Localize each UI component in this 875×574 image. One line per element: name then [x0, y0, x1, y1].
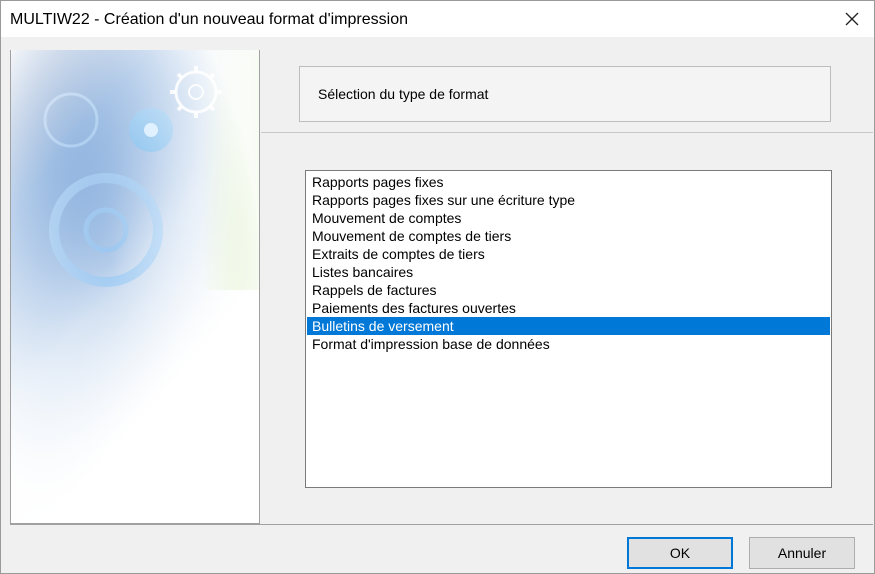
- list-item[interactable]: Format d'impression base de données: [307, 335, 830, 353]
- header-box: Sélection du type de format: [299, 66, 831, 122]
- header-band: Sélection du type de format: [261, 50, 873, 133]
- list-item[interactable]: Extraits de comptes de tiers: [307, 245, 830, 263]
- list-item[interactable]: Rappels de factures: [307, 281, 830, 299]
- list-item[interactable]: Mouvement de comptes de tiers: [307, 227, 830, 245]
- step-title: Sélection du type de format: [318, 86, 489, 102]
- footer-divider: [10, 524, 873, 525]
- list-item[interactable]: Rapports pages fixes: [307, 173, 830, 191]
- title-bar: MULTIW22 - Création d'un nouveau format …: [1, 1, 874, 37]
- gears-illustration: [11, 50, 259, 523]
- wizard-banner-image: [10, 50, 260, 524]
- list-item[interactable]: Listes bancaires: [307, 263, 830, 281]
- ok-button[interactable]: OK: [627, 537, 733, 569]
- wizard-content: Sélection du type de format Rapports pag…: [261, 50, 873, 524]
- cancel-button[interactable]: Annuler: [749, 537, 855, 569]
- list-item-selected[interactable]: Bulletins de versement: [307, 317, 830, 335]
- window-title: MULTIW22 - Création d'un nouveau format …: [10, 11, 408, 28]
- format-type-listbox[interactable]: Rapports pages fixes Rapports pages fixe…: [305, 170, 832, 488]
- list-item[interactable]: Paiements des factures ouvertes: [307, 299, 830, 317]
- close-icon: [845, 12, 859, 26]
- close-button[interactable]: [830, 1, 874, 37]
- list-item[interactable]: Mouvement de comptes: [307, 209, 830, 227]
- list-item[interactable]: Rapports pages fixes sur une écriture ty…: [307, 191, 830, 209]
